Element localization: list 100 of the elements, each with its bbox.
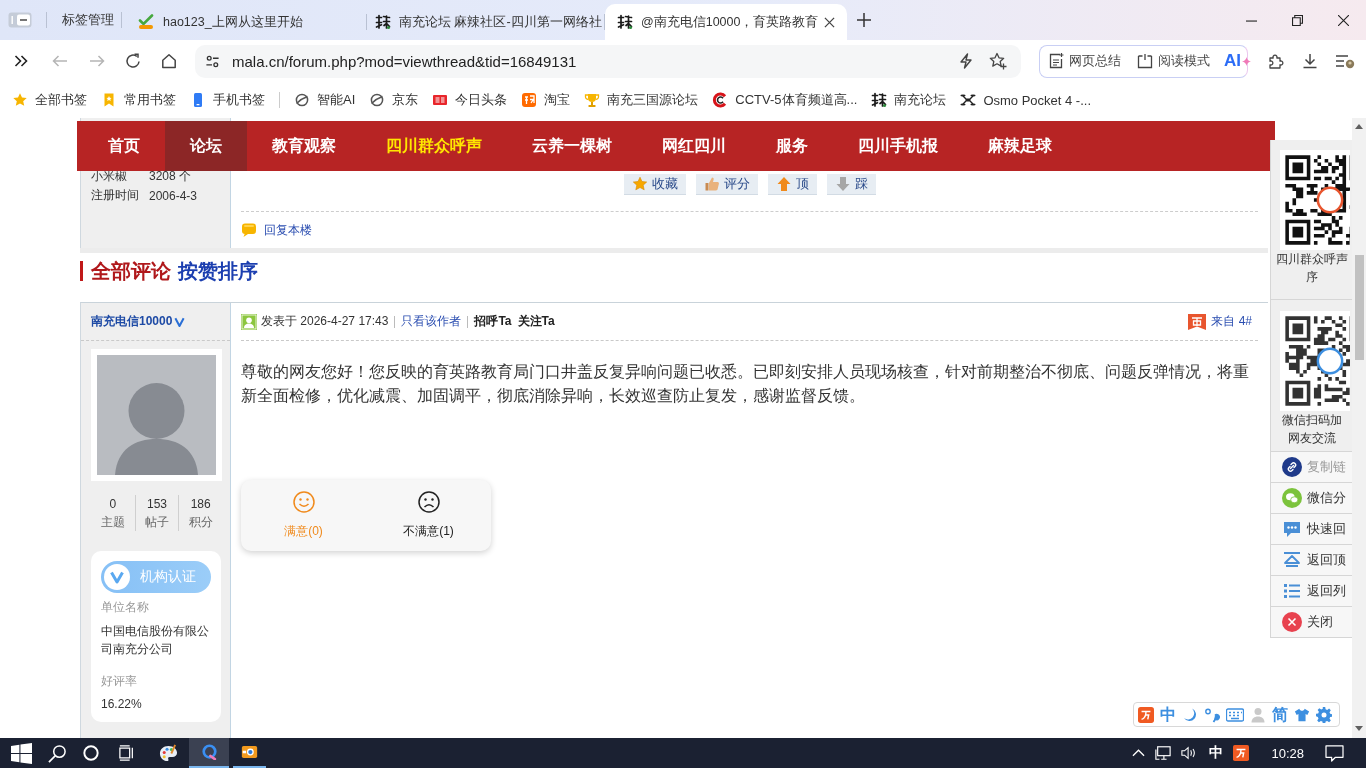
action-link[interactable]: 关注Ta <box>517 313 555 330</box>
bookmark-item[interactable]: 京东 <box>369 91 419 109</box>
nav-item[interactable]: 首页 <box>83 121 165 171</box>
side-tool-item[interactable]: 关闭 <box>1271 607 1352 638</box>
nav-item[interactable]: 四川手机报 <box>833 121 963 171</box>
side-tool-item[interactable]: 返回顶 <box>1271 545 1352 576</box>
sort-link[interactable]: 按赞排序 <box>178 261 258 281</box>
nav-item[interactable]: 论坛 <box>165 121 247 171</box>
author-only-link[interactable]: 只看该作者 <box>401 313 462 330</box>
shirt-icon[interactable] <box>1294 706 1310 723</box>
bookmark-item[interactable]: 今日头条 <box>432 91 508 109</box>
star-icon <box>631 176 648 192</box>
restore-icon <box>1291 14 1303 26</box>
bookmark-item[interactable]: CCTV-5体育频道高... <box>712 91 858 109</box>
side-tool-item[interactable]: 返回列 <box>1271 576 1352 607</box>
nav-item[interactable]: 教育观察 <box>247 121 361 171</box>
drone-icon <box>960 92 977 108</box>
logo-tile-icon[interactable] <box>1233 745 1250 761</box>
chevron-circle-icon <box>104 564 130 590</box>
download-icon[interactable] <box>1302 53 1318 69</box>
chat-bubbles-icon <box>1282 488 1302 508</box>
nav-item[interactable]: 麻辣足球 <box>963 121 1077 171</box>
star-icon <box>12 92 28 108</box>
sparkle-icon <box>1242 56 1251 66</box>
bookmark-item[interactable]: 南充论坛 <box>871 91 947 109</box>
qr-caption: 序 <box>1305 269 1318 286</box>
post-action-button[interactable]: 顶 <box>767 174 817 195</box>
menu-icon[interactable] <box>1335 53 1355 69</box>
plus-icon[interactable] <box>857 13 871 27</box>
task-view-icon[interactable] <box>119 745 135 761</box>
nav-item[interactable]: 网红四川 <box>637 121 751 171</box>
qr-caption: 网友交流 <box>1287 430 1336 447</box>
clock-time[interactable]: 10:28 <box>1271 745 1304 761</box>
shop-tile-icon <box>521 92 538 108</box>
palette-icon[interactable] <box>159 743 178 763</box>
side-tool-item[interactable]: 快速回 <box>1271 514 1352 545</box>
scroll-up-icon[interactable] <box>1355 124 1363 129</box>
bookmark-item[interactable]: 常用书签 <box>101 91 176 109</box>
post-action-button[interactable]: 评分 <box>695 174 758 195</box>
double-chevron-icon[interactable] <box>13 53 29 69</box>
ai-button[interactable]: AI <box>1224 51 1251 71</box>
sliders-icon[interactable] <box>205 53 220 69</box>
reload-icon[interactable] <box>125 53 141 69</box>
info-label: 小米椒 <box>91 168 128 185</box>
stat-label: 帖子 <box>145 514 169 531</box>
bookmark-item[interactable]: 手机书签 <box>190 91 265 109</box>
speaker-icon[interactable] <box>1181 745 1198 761</box>
windows-logo-icon[interactable] <box>11 742 32 764</box>
lightning-icon[interactable] <box>958 53 974 69</box>
keyboard-icon[interactable] <box>1226 707 1244 722</box>
book-icon <box>1137 53 1153 69</box>
settings-icon[interactable] <box>1316 706 1332 723</box>
side-tool-item[interactable]: 微信分 <box>1271 483 1352 514</box>
browser-tab[interactable]: 南充论坛 麻辣社区-四川第一网络社 <box>367 4 605 40</box>
document-icon <box>1048 53 1064 69</box>
floor-link[interactable]: 来自 4# <box>1211 313 1252 330</box>
close-icon[interactable] <box>824 16 835 28</box>
q-shaped-logo-icon <box>200 744 218 760</box>
speech-bubble-icon <box>1282 519 1302 539</box>
search-icon[interactable] <box>48 743 67 763</box>
ring-icon[interactable] <box>83 745 99 761</box>
bookmark-item[interactable]: Osmo Pocket 4 -... <box>960 92 1092 108</box>
scrollbar-thumb[interactable] <box>1354 255 1364 360</box>
browser-tab[interactable]: @南充电信10000，育英路教育 <box>605 4 847 40</box>
list-icon <box>1282 581 1302 601</box>
bookmark-item[interactable]: 智能AI <box>294 91 356 109</box>
action-link[interactable]: 招呼Ta <box>474 313 512 330</box>
monitor-icon[interactable] <box>1155 745 1172 761</box>
browser-tab[interactable]: hao123_上网从这里开始 <box>129 4 367 40</box>
notification-icon[interactable] <box>1325 744 1344 762</box>
scroll-down-icon[interactable] <box>1355 726 1363 731</box>
nav-item[interactable]: 云养一棵树 <box>507 121 637 171</box>
author-name-link[interactable]: 南充电信10000 <box>91 313 173 330</box>
nav-item[interactable]: 四川群众呼声 <box>361 121 507 171</box>
info-label: 注册时间 <box>91 187 140 204</box>
rating-option[interactable]: 不满意(1) <box>366 480 491 551</box>
stat-value: 186 <box>190 496 211 513</box>
tab-manager-button[interactable]: 标签管理 <box>62 11 114 29</box>
summary-button[interactable]: 网页总结 <box>1048 52 1121 70</box>
ime-indicator[interactable]: 中 <box>1209 744 1224 762</box>
field-label: 单位名称 <box>101 599 150 616</box>
post-action-button[interactable]: 踩 <box>826 174 876 195</box>
address-field[interactable]: mala.cn/forum.php?mod=viewthread&tid=16849131 <box>195 44 1021 78</box>
puzzle-icon[interactable] <box>1268 53 1284 69</box>
reply-link[interactable]: 回复本楼 <box>264 221 312 239</box>
post-action-button[interactable]: 收藏 <box>623 174 686 195</box>
arrow-up-icon <box>775 176 792 192</box>
chevron-up-icon[interactable] <box>1132 749 1146 757</box>
star-plus-icon[interactable] <box>989 52 1007 70</box>
home-icon[interactable] <box>161 53 177 69</box>
logo-tile-icon[interactable] <box>1138 706 1154 723</box>
punctuation-icon[interactable] <box>1204 706 1220 723</box>
sidebar-toggle-icon[interactable] <box>8 12 32 28</box>
bookmark-item[interactable]: 全部书签 <box>12 91 87 109</box>
reading-mode-button[interactable]: 阅读模式 <box>1137 52 1210 70</box>
nav-item[interactable]: 服务 <box>751 121 833 171</box>
bookmark-item[interactable]: 南充三国源论坛 <box>584 91 699 109</box>
bookmark-item[interactable]: 淘宝 <box>521 91 571 109</box>
check-logo-icon <box>138 14 154 30</box>
stat-label: 主题 <box>100 514 125 531</box>
